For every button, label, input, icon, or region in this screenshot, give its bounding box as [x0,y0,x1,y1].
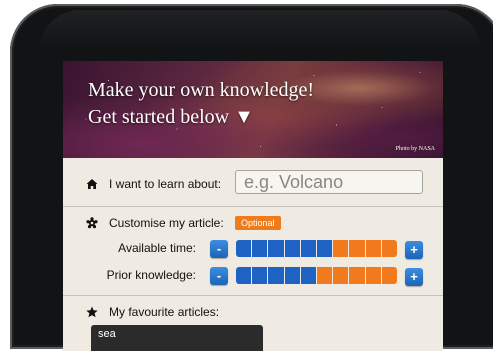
level-segment[interactable] [381,240,398,257]
gear-flower-icon [86,217,98,229]
prior-knowledge-bar[interactable] [236,267,398,284]
prior-knowledge-label: Prior knowledge: [106,268,196,282]
level-segment[interactable] [333,240,349,257]
star-icon [86,306,98,318]
favourite-article-title: sea [98,328,116,340]
hero-banner: Make your own knowledge! Get started bel… [63,61,443,158]
section-divider [63,295,443,296]
level-segment[interactable] [268,240,284,257]
level-segment[interactable] [268,267,284,284]
app-screen: Make your own knowledge! Get started bel… [63,61,443,351]
level-segment[interactable] [236,240,252,257]
section-divider [63,206,443,207]
level-segment[interactable] [284,267,300,284]
level-segment[interactable] [333,267,349,284]
prior-knowledge-decrease-button[interactable]: - [210,267,228,285]
customise-label: Customise my article: [109,216,224,230]
level-segment[interactable] [252,267,268,284]
level-segment[interactable] [252,240,268,257]
level-segment[interactable] [365,240,381,257]
level-segment[interactable] [236,267,252,284]
level-segment[interactable] [300,267,317,284]
house-icon [86,178,98,190]
learn-topic-input[interactable] [235,170,423,194]
prior-knowledge-increase-button[interactable]: + [405,268,423,286]
photo-credit: Photo by NASA [395,146,435,152]
learn-label: I want to learn about: [109,177,222,191]
level-segment[interactable] [317,240,333,257]
available-time-label: Available time: [118,241,196,255]
bezel-glare [40,10,480,50]
level-segment[interactable] [349,267,365,284]
level-segment[interactable] [381,267,398,284]
level-segment[interactable] [300,240,317,257]
hero-title-line-1: Make your own knowledge! [88,79,315,101]
level-segment[interactable] [317,267,333,284]
favourites-label: My favourite articles: [109,305,220,319]
level-segment[interactable] [349,240,365,257]
favourite-article-item[interactable]: sea [91,325,263,351]
hero-title-line-2: Get started below ▼ [88,106,254,128]
level-segment[interactable] [284,240,300,257]
available-time-increase-button[interactable]: + [405,241,423,259]
available-time-decrease-button[interactable]: - [210,240,228,258]
available-time-bar[interactable] [236,240,398,257]
level-segment[interactable] [365,267,381,284]
hero-title: Make your own knowledge! Get started bel… [88,77,314,131]
optional-badge: Optional [235,216,281,230]
